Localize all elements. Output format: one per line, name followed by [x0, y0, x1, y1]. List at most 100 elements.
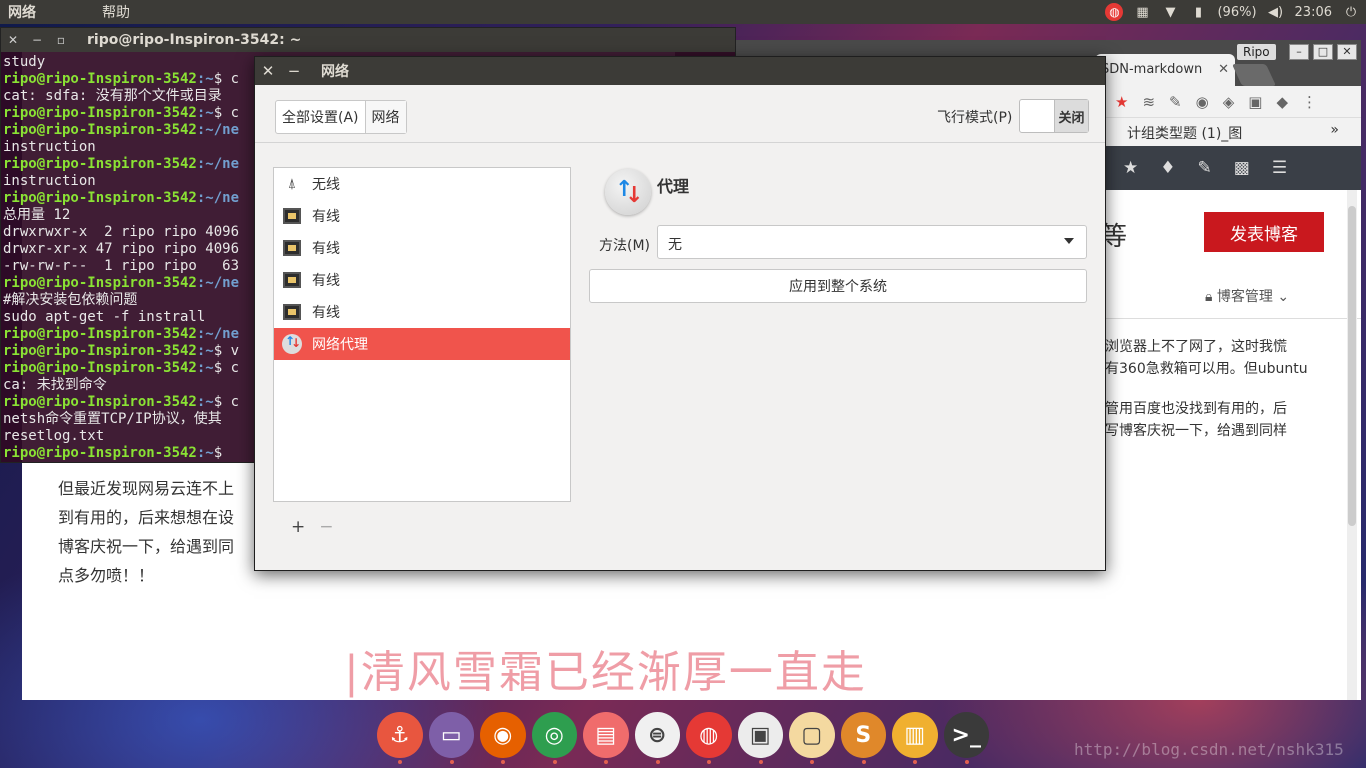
running-indicator — [810, 760, 814, 764]
running-indicator — [964, 760, 969, 764]
network-crumb[interactable]: 网络 — [364, 101, 406, 133]
terminal-prompt: ripo@ripo-Inspiron-3542 — [3, 343, 197, 359]
browser-tab[interactable]: SDN-markdown ✕ — [1095, 54, 1235, 86]
dock: ⚓ ▭ ◉ ◎ ▤ ⊜ ◍ ▣ ▢ S ▥ >_ — [377, 712, 989, 764]
terminal-command: $ — [213, 445, 231, 461]
method-value: 无 — [668, 237, 682, 253]
volume-icon[interactable]: ◀) — [1267, 3, 1285, 21]
list-item-wired[interactable]: 有线 — [274, 296, 570, 328]
terminal-command: $ c — [213, 71, 240, 87]
list-item-wired[interactable]: 有线 — [274, 200, 570, 232]
battery-percent[interactable]: (96%) — [1217, 5, 1256, 20]
maximize-icon[interactable]: ▫ — [49, 33, 73, 47]
terminal-app-icon[interactable]: >_ — [943, 712, 989, 764]
list-item-wireless[interactable]: ⍋ 无线 — [274, 168, 570, 200]
running-indicator — [913, 760, 917, 764]
battery-icon[interactable]: ▮ — [1189, 3, 1207, 21]
list-item-network-proxy[interactable]: 网络代理 — [274, 328, 570, 360]
network-device-list: ⍋ 无线 有线 有线 有线 有线 网络代理 — [273, 167, 571, 502]
extension-icon[interactable]: ▣ — [1248, 93, 1262, 111]
dialog-title: 网络 — [321, 64, 349, 80]
airplane-mode-toggle[interactable]: 关闭 — [1019, 99, 1089, 133]
terminal-command: $ v — [213, 343, 240, 359]
terminal-cwd: :~/ne — [196, 275, 240, 291]
anchor-app-icon[interactable]: ⚓ — [377, 712, 423, 764]
network-settings-dialog: ✕ − 网络 全部设置(A) 网络 飞行模式(P) 关闭 ⍋ 无线 有线 有线 … — [254, 56, 1106, 571]
menu-dots-icon[interactable]: ⋮ — [1302, 93, 1317, 111]
extension-icon[interactable]: ≋ — [1142, 93, 1155, 111]
layout-app-icon[interactable]: ▢ — [789, 712, 835, 764]
power-icon[interactable]: ⏻ — [1342, 3, 1360, 21]
bookmarks-more-icon[interactable]: » — [1330, 122, 1339, 138]
chrome-app-icon[interactable]: ◎ — [531, 712, 577, 764]
scrollbar-thumb[interactable] — [1348, 206, 1356, 526]
minimize-icon[interactable]: – — [1289, 44, 1309, 60]
firefox-app-icon[interactable]: ◉ — [480, 712, 526, 764]
browser-tab-label: SDN-markdown — [1101, 62, 1203, 77]
minimize-icon[interactable]: − — [281, 62, 307, 80]
netease-music-app-icon[interactable]: ◍ — [686, 712, 732, 764]
browser-scrollbar[interactable] — [1347, 190, 1357, 700]
blog-paragraph: 浏览器上不了网了，这时我慌 有360急救箱可以用。但ubuntu — [1105, 339, 1308, 377]
terminal-cwd: :~ — [196, 394, 214, 410]
wifi-icon: ⍋ — [287, 176, 297, 192]
maximize-icon[interactable]: □ — [1313, 44, 1333, 60]
minimize-icon[interactable]: − — [25, 33, 49, 47]
extension-icon[interactable]: ◆ — [1276, 93, 1288, 111]
close-icon[interactable]: ✕ — [1337, 44, 1357, 60]
bookmark-star-icon[interactable]: ★ — [1115, 93, 1128, 111]
s-app-icon[interactable]: S — [840, 712, 886, 764]
publish-blog-button[interactable]: 发表博客 — [1204, 212, 1324, 252]
avatar[interactable]: ▩ — [1234, 158, 1250, 178]
all-settings-button[interactable]: 全部设置(A) — [276, 101, 365, 133]
edit-icon[interactable]: ✎ — [1198, 158, 1212, 178]
lyric-overlay: |清风雪霜已经渐厚一直走 — [344, 647, 867, 698]
list-item-wired[interactable]: 有线 — [274, 264, 570, 296]
add-connection-button[interactable]: + — [291, 517, 305, 537]
extension-icon[interactable]: ◈ — [1223, 93, 1235, 111]
ethernet-icon — [282, 270, 302, 290]
list-item-label: 有线 — [312, 305, 340, 321]
terminal-prompt: ripo@ripo-Inspiron-3542 — [3, 394, 197, 410]
extension-icon[interactable]: ◉ — [1196, 93, 1209, 111]
list-item-wired[interactable]: 有线 — [274, 232, 570, 264]
close-icon[interactable]: ✕ — [1, 33, 25, 47]
method-select[interactable]: 无 — [657, 225, 1087, 259]
terminal-cwd: :~ — [196, 360, 214, 376]
close-icon[interactable]: ✕ — [255, 62, 281, 80]
remote-desktop-app-icon[interactable]: ▣ — [737, 712, 783, 764]
clock[interactable]: 23:06 — [1295, 5, 1332, 20]
terminal-cwd: :~/ne — [196, 326, 240, 342]
star-icon[interactable]: ★ — [1123, 158, 1138, 178]
running-indicator — [449, 760, 454, 764]
menu-network[interactable]: 网络 — [0, 2, 44, 22]
browser-user[interactable]: Ripo — [1237, 44, 1276, 60]
terminal-cwd: :~ — [196, 71, 214, 87]
wifi-tray-icon[interactable]: ▼ — [1161, 3, 1179, 21]
remove-connection-button[interactable]: − — [319, 517, 333, 537]
dialog-titlebar: ✕ − 网络 — [255, 57, 1105, 85]
notes-app-icon[interactable]: ▤ — [583, 712, 629, 764]
software-center-app-icon[interactable]: ▥ — [892, 712, 938, 764]
running-indicator — [501, 760, 505, 764]
list-item-label: 网络代理 — [312, 337, 368, 353]
netease-tray-icon[interactable]: ◍ — [1105, 3, 1124, 21]
extension-icon[interactable]: ✎ — [1169, 93, 1182, 111]
terminal-prompt: ripo@ripo-Inspiron-3542 — [3, 445, 197, 461]
bell-icon[interactable]: ♦ — [1160, 158, 1175, 178]
new-tab-button[interactable] — [1231, 64, 1277, 86]
close-tab-icon[interactable]: ✕ — [1218, 62, 1229, 77]
hamburger-icon[interactable]: ☰ — [1272, 158, 1287, 178]
bookmark-item[interactable]: 计组类型题 (1)_图 — [1127, 123, 1242, 143]
menu-help[interactable]: 帮助 — [94, 2, 138, 22]
ethernet-icon — [282, 238, 302, 258]
files-app-icon[interactable]: ▭ — [428, 712, 474, 764]
keyboard-icon[interactable]: ▦ — [1133, 3, 1151, 21]
terminal-cwd: :~ — [196, 105, 214, 121]
blog-manage-dropdown[interactable]: 🔒︎ 博客管理 ⌄ — [1205, 286, 1289, 306]
apply-system-wide-button[interactable]: 应用到整个系统 — [589, 269, 1087, 303]
proxy-panel-icon: ↑ ↓ — [605, 169, 651, 215]
ethernet-icon — [282, 302, 302, 322]
terminal-cwd: :~/ne — [196, 156, 240, 172]
settings-toggle-app-icon[interactable]: ⊜ — [634, 712, 680, 764]
